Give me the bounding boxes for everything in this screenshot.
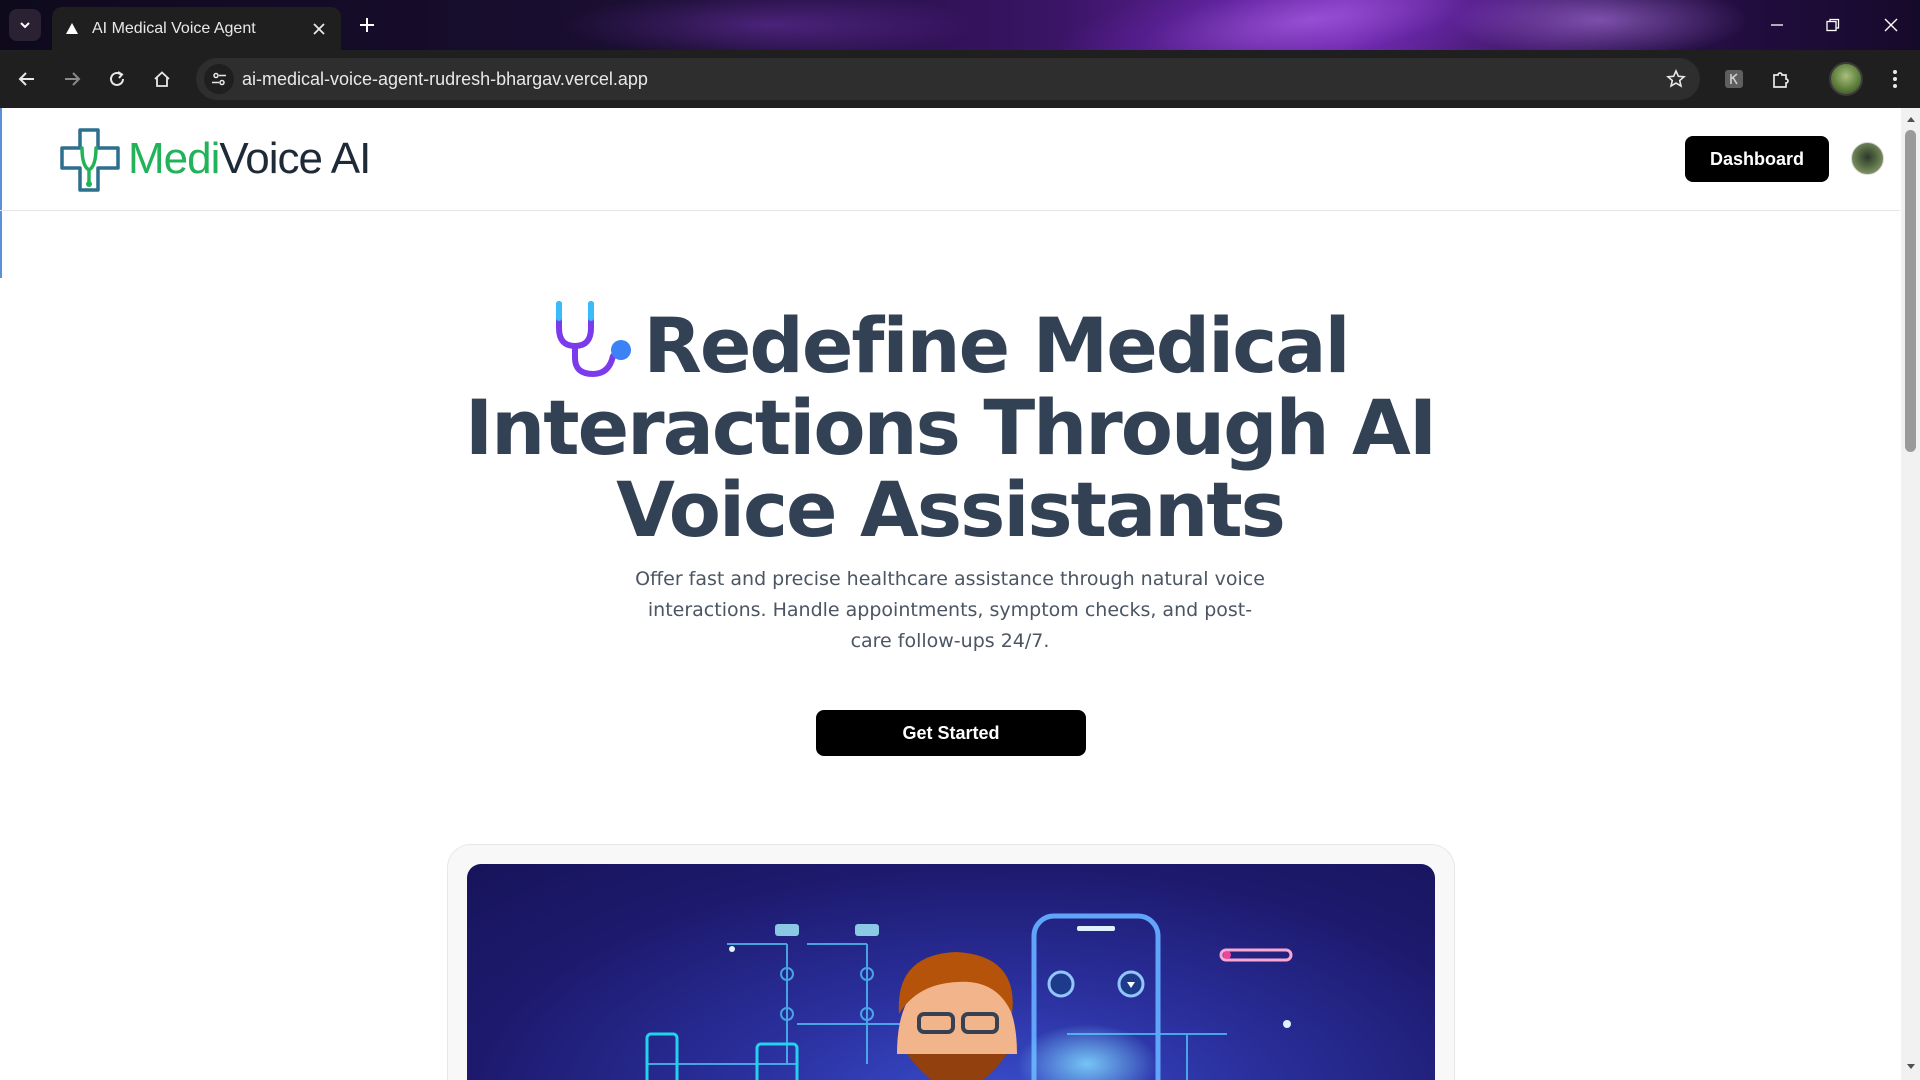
hero-title-line-2: Interactions Through AI bbox=[464, 383, 1437, 472]
minimize-window-button[interactable] bbox=[1759, 10, 1795, 40]
new-tab-button[interactable] bbox=[352, 10, 382, 40]
home-icon bbox=[154, 71, 170, 87]
reload-button[interactable] bbox=[101, 63, 133, 95]
arrow-left-icon bbox=[18, 72, 34, 86]
hero-title-line-3: Voice Assistants bbox=[616, 465, 1286, 554]
bookmark-star-icon[interactable] bbox=[1664, 67, 1688, 91]
chevron-down-icon bbox=[20, 22, 30, 29]
wallpaper-swirl bbox=[560, 0, 980, 50]
extension-app-icon bbox=[1725, 70, 1743, 88]
ai-doctor-illustration bbox=[645, 913, 1293, 1080]
logo-wordmark-voice: Voice AI bbox=[219, 134, 371, 183]
hero-title: Redefine Medical Interactions Through AI… bbox=[360, 298, 1540, 551]
browser-menu-button[interactable] bbox=[1879, 63, 1911, 95]
hero-subtitle: Offer fast and precise healthcare assist… bbox=[635, 568, 1265, 652]
browser-profile-avatar[interactable] bbox=[1829, 62, 1863, 96]
extension-button[interactable] bbox=[1718, 63, 1750, 95]
extensions-menu-button[interactable] bbox=[1765, 63, 1797, 95]
close-icon bbox=[1884, 18, 1898, 32]
tab-search-button[interactable] bbox=[9, 9, 41, 41]
get-started-button[interactable]: Get Started bbox=[816, 710, 1086, 756]
page-viewport: MediVoice AI Dashboard Redefine Medical … bbox=[0, 108, 1920, 1080]
tab-title: AI Medical Voice Agent bbox=[92, 19, 256, 37]
hero-preview-card bbox=[447, 844, 1455, 1080]
logo-wordmark[interactable]: MediVoice AI bbox=[128, 134, 371, 184]
logo-wordmark-medi: Medi bbox=[128, 134, 220, 183]
url-text[interactable]: ai-medical-voice-agent-rudresh-bhargav.v… bbox=[242, 69, 648, 90]
stethoscope-icon bbox=[556, 301, 632, 378]
dashboard-button[interactable]: Dashboard bbox=[1685, 136, 1829, 182]
scrollbar-thumb[interactable] bbox=[1905, 130, 1916, 452]
home-button[interactable] bbox=[146, 63, 178, 95]
medical-cross-logo-icon[interactable] bbox=[58, 126, 126, 194]
site-header: MediVoice AI Dashboard bbox=[0, 108, 1900, 211]
triangle-favicon-icon bbox=[64, 21, 80, 37]
scroll-down-arrow-icon[interactable] bbox=[1901, 1060, 1920, 1074]
back-button[interactable] bbox=[11, 63, 43, 95]
address-bar[interactable]: ai-medical-voice-agent-rudresh-bhargav.v… bbox=[196, 58, 1700, 100]
close-window-button[interactable] bbox=[1873, 10, 1909, 40]
minimize-icon bbox=[1771, 24, 1783, 26]
restore-window-button[interactable] bbox=[1815, 10, 1851, 40]
browser-toolbar: ai-medical-voice-agent-rudresh-bhargav.v… bbox=[0, 50, 1920, 108]
browser-tab-active[interactable]: AI Medical Voice Agent bbox=[52, 7, 341, 50]
browser-tab-strip: AI Medical Voice Agent bbox=[0, 0, 1920, 50]
puzzle-icon bbox=[1773, 72, 1789, 88]
forward-button[interactable] bbox=[56, 63, 88, 95]
arrow-right-icon bbox=[65, 72, 81, 86]
reload-icon bbox=[110, 71, 124, 86]
page-scrollbar[interactable] bbox=[1901, 108, 1920, 1080]
close-tab-icon[interactable] bbox=[309, 19, 329, 39]
hero-illustration bbox=[467, 864, 1435, 1080]
user-avatar[interactable] bbox=[1851, 142, 1884, 175]
plus-icon bbox=[360, 18, 374, 32]
hero-title-line-1: Redefine Medical bbox=[643, 301, 1350, 390]
more-vertical-icon bbox=[1893, 70, 1897, 88]
scroll-up-arrow-icon[interactable] bbox=[1901, 112, 1920, 126]
site-info-button[interactable] bbox=[204, 64, 234, 94]
tune-icon bbox=[212, 72, 226, 86]
restore-icon bbox=[1826, 18, 1840, 32]
wallpaper-swirl bbox=[1450, 0, 1750, 50]
